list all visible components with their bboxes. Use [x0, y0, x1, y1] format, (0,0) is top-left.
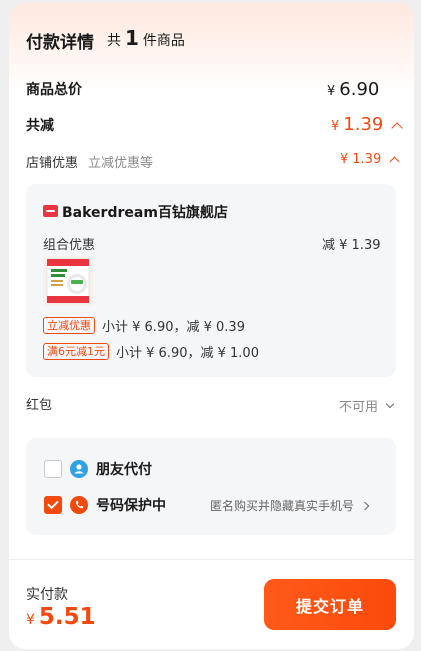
promo-text: 小计 ¥ 6.90，减 ¥ 0.39 — [102, 320, 245, 335]
payment-details-card: 付款详情 共 1 件商品 商品总价 ¥ 6.90 共减 ¥ 1.39 店铺优惠 … — [9, 3, 414, 649]
discount-label: 共减 — [26, 118, 54, 134]
discount-toggle[interactable]: ¥ 1.39 — [331, 114, 404, 135]
privacy-desc: 匿名购买并隐藏真实手机号 — [210, 499, 355, 513]
store-name: Bakerdream百钻旗舰店 — [62, 205, 228, 221]
store-discount-toggle[interactable]: ¥ 1.39 — [340, 152, 400, 167]
submit-order-button[interactable]: 提交订单 — [264, 579, 396, 630]
privacy-label: 号码保护中 — [96, 498, 166, 514]
phone-shield-icon — [70, 496, 88, 514]
pay-value: 5.51 — [38, 604, 96, 630]
sugar-package-image — [43, 256, 93, 306]
store-discount-label: 店铺优惠 — [26, 156, 79, 171]
product-thumbnail[interactable] — [43, 256, 93, 306]
discount-currency: ¥ — [331, 119, 340, 134]
item-count: 共 1 件商品 — [107, 28, 185, 50]
promo-text: 小计 ¥ 6.90，减 ¥ 1.00 — [116, 346, 259, 361]
chevron-right-icon — [360, 501, 370, 510]
pay-label: 实付款 — [26, 587, 68, 603]
item-count-prefix: 共 — [107, 33, 121, 49]
friend-pay-label: 朋友代付 — [96, 462, 152, 478]
privacy-detail-link[interactable]: 匿名购买并隐藏真实手机号 — [210, 497, 370, 514]
payment-options-box: 朋友代付 号码保护中 匿名购买并隐藏真实手机号 — [26, 438, 396, 535]
promo-row: 立减优惠 小计 ¥ 6.90，减 ¥ 0.39 — [43, 316, 245, 335]
privacy-checkbox[interactable] — [44, 496, 62, 514]
friend-pay-icon — [70, 460, 88, 478]
total-value: 6.90 — [339, 79, 380, 100]
chevron-up-icon — [391, 121, 404, 134]
total-label: 商品总价 — [26, 82, 82, 98]
item-count-suffix: 件商品 — [142, 33, 185, 49]
promo-tag: 立减优惠 — [43, 317, 95, 334]
total-currency: ¥ — [327, 84, 336, 99]
friend-pay-checkbox[interactable] — [44, 460, 62, 478]
chevron-down-icon — [385, 399, 395, 409]
red-packet-label: 红包 — [26, 398, 53, 413]
friend-pay-option[interactable]: 朋友代付 — [44, 459, 152, 479]
discount-price: ¥ 1.39 — [331, 114, 383, 135]
store-discount-box: Bakerdream百钻旗舰店 组合优惠 减 ¥ 1.39 立减优惠 小计 ¥ … — [26, 184, 396, 377]
red-packet-status: 不可用 — [339, 400, 379, 415]
promo-tag: 满6元减1元 — [43, 343, 109, 360]
chevron-up-icon — [389, 156, 400, 167]
store-discount-value: 1.39 — [352, 152, 382, 167]
red-packet-selector[interactable]: 不可用 — [339, 396, 395, 415]
store-icon — [43, 205, 58, 217]
footer-divider — [9, 559, 414, 560]
promo-row: 满6元减1元 小计 ¥ 6.90，减 ¥ 1.00 — [43, 342, 259, 361]
combo-value: 减 ¥ 1.39 — [322, 238, 381, 253]
item-count-number: 1 — [125, 26, 139, 50]
store-discount-currency: ¥ — [340, 152, 349, 167]
pay-currency: ¥ — [26, 612, 35, 628]
store-discount-detail: 立减优惠等 — [88, 156, 154, 171]
total-price: ¥ 6.90 — [327, 79, 379, 100]
discount-value: 1.39 — [343, 114, 384, 135]
privacy-option[interactable]: 号码保护中 — [44, 495, 166, 515]
combo-label: 组合优惠 — [43, 238, 96, 253]
pay-amount: ¥ 5.51 — [26, 604, 96, 630]
page-title: 付款详情 — [26, 33, 94, 53]
